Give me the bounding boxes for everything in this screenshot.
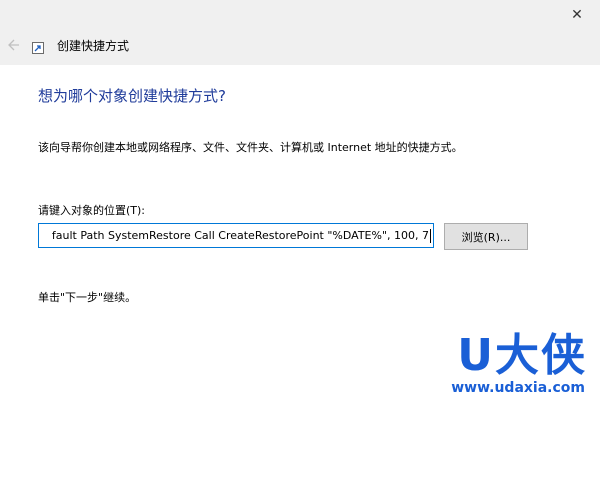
watermark-logo: U大侠 www.udaxia.com <box>425 330 595 410</box>
browse-button[interactable]: 浏览(R)... <box>444 223 528 250</box>
window-title: 创建快捷方式 <box>57 39 130 53</box>
location-input[interactable]: fault Path SystemRestore Call CreateRest… <box>38 223 434 248</box>
back-arrow-icon[interactable] <box>6 38 20 52</box>
location-field-label: 请键入对象的位置(T): <box>38 204 146 217</box>
close-icon: ✕ <box>571 7 583 23</box>
wizard-header: ✕ 创建快捷方式 <box>0 0 600 65</box>
continue-hint: 单击"下一步"继续。 <box>38 291 137 304</box>
shortcut-icon <box>32 39 44 54</box>
location-input-value: fault Path SystemRestore Call CreateRest… <box>51 229 429 242</box>
watermark-brand: U大侠 <box>457 330 587 381</box>
browse-button-label: 浏览(R)... <box>461 230 511 244</box>
close-button[interactable]: ✕ <box>554 0 600 30</box>
text-caret <box>430 229 431 243</box>
wizard-content: 想为哪个对象创建快捷方式? 该向导帮你创建本地或网络程序、文件、文件夹、计算机或… <box>0 65 600 481</box>
page-description: 该向导帮你创建本地或网络程序、文件、文件夹、计算机或 Internet 地址的快… <box>38 141 463 154</box>
page-heading: 想为哪个对象创建快捷方式? <box>38 87 226 105</box>
watermark-url: www.udaxia.com <box>451 380 585 396</box>
